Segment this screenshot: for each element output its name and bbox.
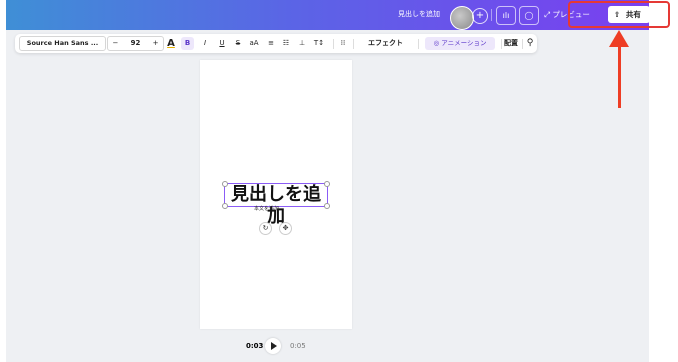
animation-button[interactable]: ◎ アニメーション [425,37,495,50]
transparency-icon[interactable]: ⁞⁞ [337,34,349,53]
align-icon[interactable]: ≡ [265,34,277,53]
strikethrough-button[interactable]: S [233,34,243,53]
vertical-text-icon[interactable]: T↕ [312,34,326,53]
total-time: 0:05 [290,342,306,350]
avatar[interactable] [450,6,474,30]
size-plus-button[interactable]: + [153,37,159,50]
font-size-value[interactable]: 92 [131,37,141,50]
bold-button[interactable]: B [181,37,194,50]
font-size-stepper[interactable]: − 92 + [107,36,164,51]
heading-text-box[interactable]: 見出しを追加 [224,183,328,227]
divider [418,39,419,49]
rotate-icon[interactable]: ↻ [259,222,272,235]
paint-format-icon[interactable]: ⚲ [525,34,535,53]
resize-handle[interactable] [324,181,330,187]
italic-button[interactable]: I [200,34,210,53]
position-button[interactable]: 配置 [503,34,519,53]
divider [522,39,523,49]
text-toolbar: Source Han Sans ... − 92 + A B I U S aA … [15,34,537,53]
divider [333,39,334,49]
letter-case-button[interactable]: aA [247,34,261,53]
resize-handle[interactable] [324,203,330,209]
list-icon[interactable]: ☷ [280,34,292,53]
spacing-icon[interactable]: ⊥ [296,34,308,53]
divider [491,9,492,21]
resize-handle[interactable] [222,181,228,187]
resize-handle[interactable] [222,203,228,209]
red-arrow-shaft [618,45,621,108]
body-text-box[interactable]: 本文を追加 [254,205,279,212]
design-title[interactable]: 見出しを追加 [398,9,440,19]
font-family-select[interactable]: Source Han Sans ... [19,36,106,51]
current-time: 0:03 [246,342,264,350]
divider [353,39,354,49]
divider [501,39,502,49]
size-minus-button[interactable]: − [113,37,119,50]
add-collaborator-icon[interactable]: + [472,8,488,24]
move-icon[interactable]: ✥ [279,222,292,235]
underline-button[interactable]: U [217,34,227,53]
comment-icon[interactable]: ◯ [519,6,539,25]
text-color-icon[interactable]: A [165,34,177,53]
editor-header: 見出しを追加 + ılı ◯ ⤢ プレビュー ⇧ 共有 [6,0,650,30]
insights-icon[interactable]: ılı [496,6,516,25]
play-button[interactable] [265,338,281,354]
share-highlight-box [568,1,670,28]
effects-button[interactable]: エフェクト [358,34,413,53]
